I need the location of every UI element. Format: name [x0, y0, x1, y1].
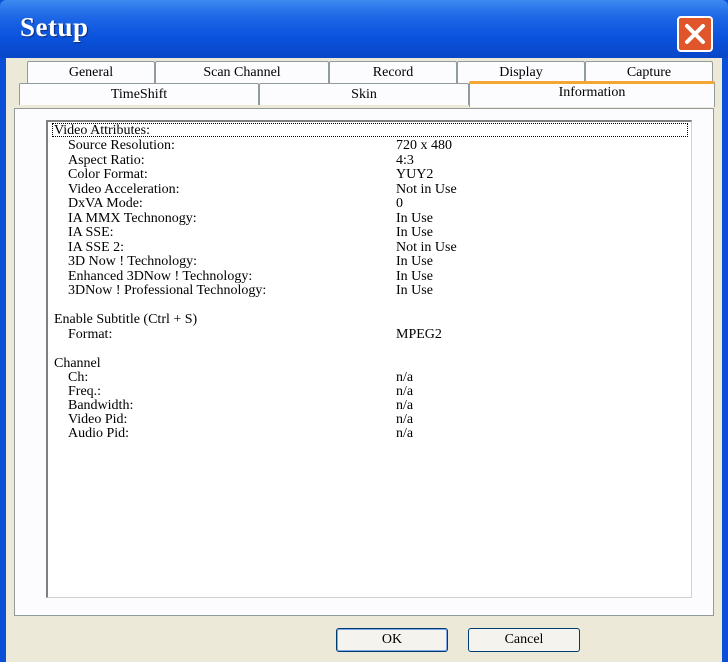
- list-item-value: YUY2: [396, 167, 434, 182]
- list-item-value: In Use: [396, 269, 433, 284]
- list-item-label: Video Pid:: [68, 412, 128, 427]
- subtitle-header: Enable Subtitle (Ctrl + S): [54, 312, 198, 327]
- list-item-label: Ch:: [68, 370, 89, 385]
- window-title: Setup: [20, 12, 89, 42]
- cancel-button[interactable]: Cancel: [468, 628, 580, 652]
- list-item-value: n/a: [396, 384, 414, 399]
- list-item-value: 720 x 480: [396, 138, 452, 153]
- setup-dialog: Setup General Scan Channel Record Displa…: [0, 0, 728, 662]
- list-item-value: 0: [396, 196, 403, 211]
- tab-record[interactable]: Record: [329, 61, 457, 83]
- tab-general[interactable]: General: [27, 61, 155, 83]
- list-item-value: 4:3: [396, 153, 414, 168]
- list-item-label: DxVA Mode:: [68, 196, 143, 211]
- list-item-label: IA SSE:: [68, 225, 114, 240]
- list-item-value: n/a: [396, 426, 414, 441]
- list-item-label: Color Format:: [68, 167, 148, 182]
- list-item-label: Source Resolution:: [68, 138, 175, 153]
- list-item-value: n/a: [396, 412, 414, 427]
- list-item-label: Aspect Ratio:: [68, 153, 145, 168]
- subtitle-format-label: Format:: [68, 327, 113, 342]
- list-item-label: Video Acceleration:: [68, 182, 180, 197]
- list-item-label: Freq.:: [68, 384, 102, 399]
- list-item-label: 3DNow ! Professional Technology:: [68, 283, 267, 298]
- tab-capture[interactable]: Capture: [585, 61, 713, 83]
- dialog-client: General Scan Channel Record Display Capt…: [6, 58, 722, 662]
- tab-skin[interactable]: Skin: [259, 83, 469, 105]
- close-button[interactable]: [677, 16, 713, 52]
- list-item-label: 3D Now ! Technology:: [68, 254, 198, 269]
- list-item-value: In Use: [396, 283, 433, 298]
- list-item-value: In Use: [396, 211, 433, 226]
- subtitle-format-value: MPEG2: [396, 327, 442, 342]
- tab-information[interactable]: Information: [469, 81, 715, 107]
- list-item-value: Not in Use: [396, 182, 457, 197]
- list-item-label: Enhanced 3DNow ! Technology:: [68, 269, 253, 284]
- tab-scan-channel[interactable]: Scan Channel: [155, 61, 329, 83]
- ok-button[interactable]: OK: [336, 628, 448, 652]
- list-item-label: Audio Pid:: [68, 426, 130, 441]
- list-item-value: In Use: [396, 254, 433, 269]
- list-item-value: Not in Use: [396, 240, 457, 255]
- close-icon: [685, 24, 705, 44]
- list-item-label: IA MMX Technonogy:: [68, 211, 197, 226]
- tab-timeshift[interactable]: TimeShift: [19, 83, 259, 105]
- title-bar[interactable]: Setup: [0, 0, 728, 58]
- channel-header: Channel: [54, 356, 101, 371]
- list-item-value: In Use: [396, 225, 433, 240]
- list-item-label: Bandwidth:: [68, 398, 134, 413]
- video-attributes-header: Video Attributes:: [54, 123, 150, 138]
- list-item-value: n/a: [396, 398, 414, 413]
- tab-display[interactable]: Display: [457, 61, 585, 83]
- list-item-label: IA SSE 2:: [68, 240, 125, 255]
- list-item-value: n/a: [396, 370, 414, 385]
